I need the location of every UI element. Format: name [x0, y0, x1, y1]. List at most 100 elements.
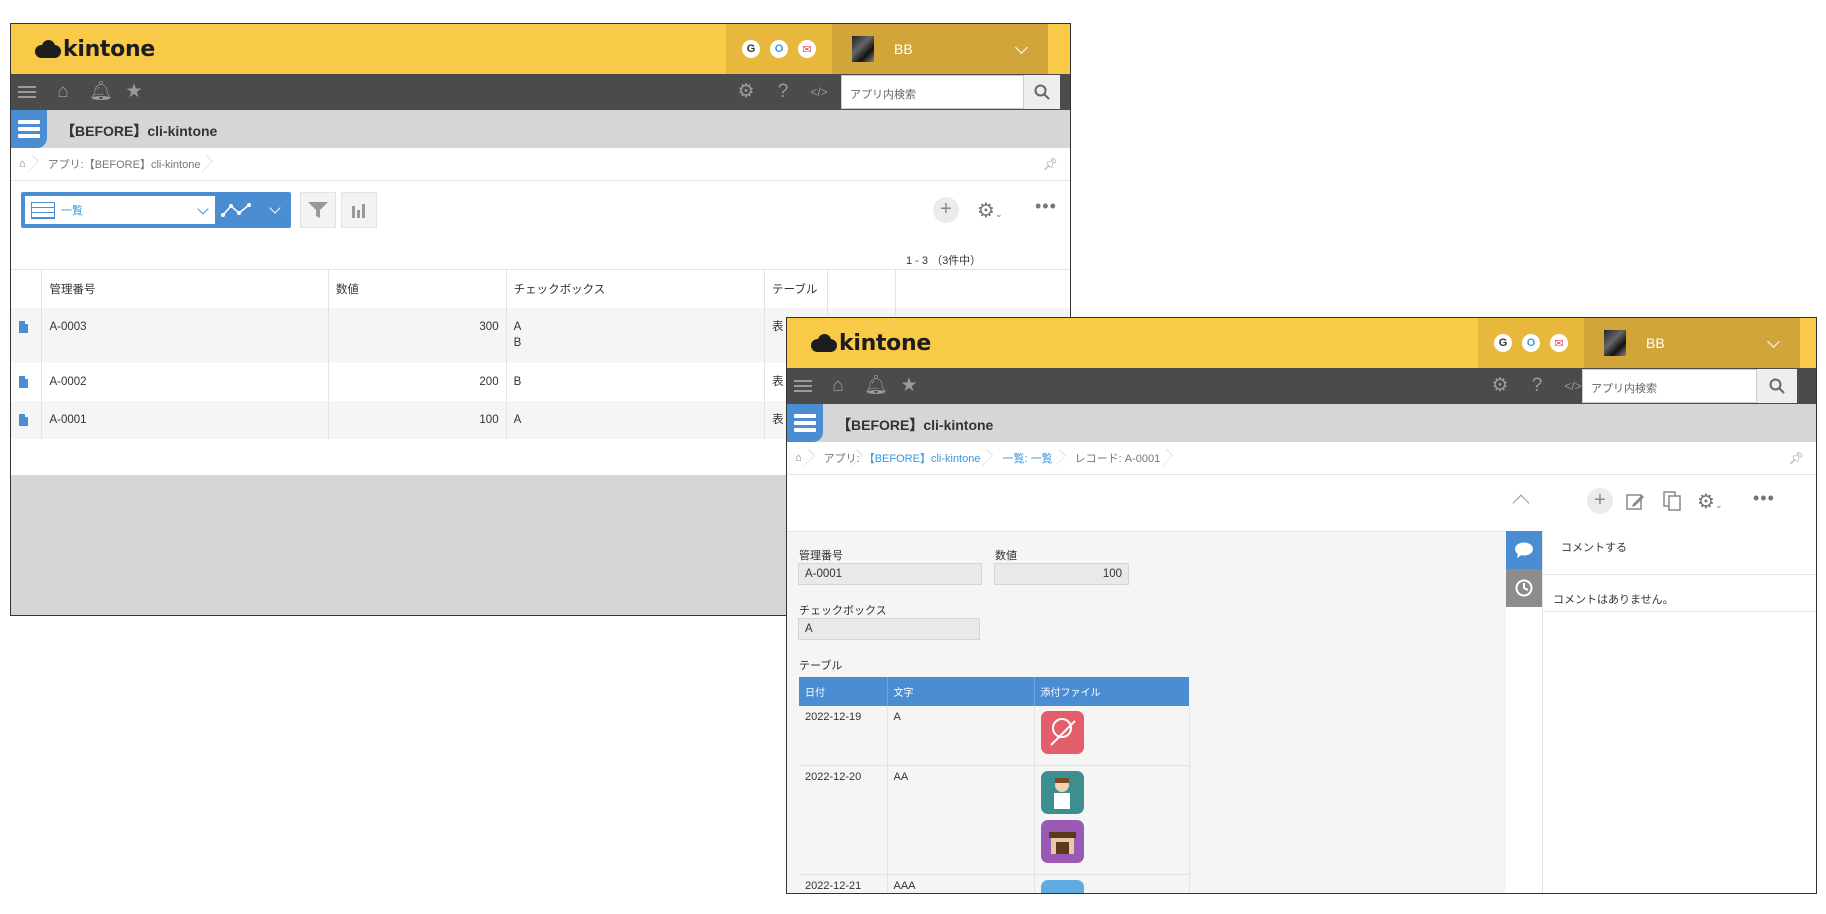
breadcrumb-app[interactable]: アプリ:【BEFORE】cli-kintone: [40, 148, 215, 181]
subtable: 日付 文字 添付ファイル 2022-12-19 A 2022-12-20 AA …: [799, 677, 1190, 893]
column-header[interactable]: テーブル: [764, 269, 828, 308]
person-image[interactable]: [1040, 771, 1084, 814]
breadcrumb-home[interactable]: ⌂: [787, 442, 816, 475]
user-name: BB: [1646, 335, 1665, 351]
column-header[interactable]: 管理番号: [41, 269, 329, 308]
user-name: BB: [894, 41, 913, 57]
app-title: 【BEFORE】cli-kintone: [837, 417, 994, 433]
office-icon[interactable]: O: [1522, 334, 1540, 352]
menu-icon[interactable]: [17, 83, 37, 103]
field-label: テーブル: [799, 660, 843, 672]
app-titlebar: 【BEFORE】cli-kintone: [11, 110, 1070, 148]
comment-panel: コメントする コメントはありません。: [1542, 531, 1816, 893]
field-label: 数値: [995, 550, 1017, 562]
subtable-row: 2022-12-21 AAA: [799, 874, 1190, 893]
gear-icon[interactable]: ⚙: [1490, 376, 1510, 396]
search-icon: [1769, 378, 1785, 394]
field-label: 管理番号: [799, 550, 843, 562]
add-record-button[interactable]: +: [1587, 488, 1613, 514]
breadcrumb-view[interactable]: 一覧: 一覧: [994, 442, 1066, 475]
divider: [1543, 611, 1816, 612]
comment-input[interactable]: コメントする: [1543, 531, 1816, 575]
bar-chart-icon: [352, 204, 365, 218]
search-button[interactable]: [1024, 75, 1060, 109]
field-label: チェックボックス: [799, 605, 887, 617]
service-links: G O ✉: [726, 24, 832, 74]
pin-icon[interactable]: 📌︎: [1789, 451, 1804, 465]
help-icon[interactable]: ?: [773, 82, 793, 102]
more-options-icon[interactable]: •••: [1035, 196, 1057, 217]
app-search-input[interactable]: アプリ内検索: [1582, 369, 1757, 403]
user-menu[interactable]: BB: [832, 24, 1048, 74]
filter-button[interactable]: [300, 192, 336, 228]
home-icon[interactable]: ⌂: [53, 82, 73, 102]
view-selector[interactable]: 一覧: [21, 192, 291, 228]
menu-icon[interactable]: [793, 377, 813, 397]
garoon-icon[interactable]: G: [1494, 334, 1512, 352]
global-navbar: ⌂ 🔔︎ ★ ⚙ ? </> アプリ内検索: [787, 368, 1816, 404]
record-detail-icon[interactable]: [19, 413, 28, 426]
app-icon[interactable]: [11, 110, 47, 148]
settings-gear-icon[interactable]: ⚙⌄: [977, 198, 1002, 223]
kintone-logo[interactable]: kintone: [35, 36, 155, 62]
mail-icon[interactable]: ✉: [798, 40, 816, 58]
edit-icon: [1626, 494, 1644, 510]
gear-icon[interactable]: ⚙: [736, 82, 756, 102]
mail-icon[interactable]: ✉: [1550, 334, 1568, 352]
header: kintone G O ✉ BB: [11, 24, 1070, 74]
history-tab[interactable]: [1506, 569, 1542, 607]
record-count: 1 - 3 （3件中）: [906, 255, 982, 267]
service-links: G O ✉: [1478, 318, 1584, 368]
help-icon[interactable]: ?: [1527, 376, 1547, 396]
settings-gear-icon[interactable]: ⚙⌄: [1697, 489, 1722, 514]
breadcrumb-home[interactable]: ⌂: [11, 148, 40, 181]
user-menu[interactable]: BB: [1584, 318, 1800, 368]
subtable-row: 2022-12-19 A: [799, 706, 1190, 766]
side-tabs: [1506, 531, 1542, 607]
bell-icon[interactable]: 🔔︎: [864, 376, 888, 396]
palette-image[interactable]: [1040, 880, 1084, 893]
code-icon[interactable]: </>: [809, 82, 829, 102]
speech-bubble-icon: [1515, 542, 1533, 558]
id-field-value: A-0001: [798, 563, 982, 585]
column-header[interactable]: チェックボックス: [506, 269, 766, 308]
record-detail-icon[interactable]: [19, 375, 28, 388]
number-field-value: 100: [994, 563, 1129, 585]
app-titlebar: 【BEFORE】cli-kintone: [787, 404, 1816, 442]
office-icon[interactable]: O: [770, 40, 788, 58]
pin-icon[interactable]: 📌︎: [1043, 157, 1058, 171]
code-icon[interactable]: </>: [1563, 376, 1583, 396]
shop-image[interactable]: [1040, 820, 1084, 863]
chart-button[interactable]: [341, 192, 377, 228]
view-name: 一覧: [61, 205, 83, 217]
star-icon[interactable]: ★: [124, 82, 144, 102]
global-navbar: ⌂ 🔔︎ ★ ⚙ ? </> アプリ内検索: [11, 74, 1070, 110]
avatar: [852, 36, 874, 62]
more-options-icon[interactable]: •••: [1753, 488, 1775, 509]
app-icon[interactable]: [787, 404, 823, 442]
star-icon[interactable]: ★: [899, 376, 919, 396]
column-header[interactable]: 数値: [328, 269, 507, 308]
diagram-image[interactable]: [1040, 711, 1084, 754]
home-icon[interactable]: ⌂: [828, 376, 848, 396]
breadcrumb-app[interactable]: 【BEFORE】cli-kintone: [864, 442, 995, 475]
breadcrumb-record: レコード: A-0001: [1067, 442, 1175, 475]
kintone-logo[interactable]: kintone: [811, 330, 931, 356]
header: kintone G O ✉ BB: [787, 318, 1816, 368]
chevron-down-icon: [1767, 334, 1780, 348]
app-search-input[interactable]: アプリ内検索: [841, 75, 1024, 109]
record-toolbar: + ⚙⌄ •••: [787, 475, 1816, 531]
filter-icon: [308, 202, 328, 218]
avatar: [1604, 330, 1626, 356]
add-record-button[interactable]: +: [933, 197, 959, 223]
chevron-up-icon[interactable]: [1512, 494, 1530, 512]
search-button[interactable]: [1757, 369, 1797, 403]
subtable-header: 日付 文字 添付ファイル: [799, 677, 1189, 706]
record-detail-icon[interactable]: [19, 320, 28, 333]
breadcrumb: ⌂ アプリ:【BEFORE】cli-kintone 📌︎: [11, 148, 1070, 181]
garoon-icon[interactable]: G: [742, 40, 760, 58]
bell-icon[interactable]: 🔔︎: [89, 82, 113, 102]
duplicate-icon: [1663, 491, 1681, 511]
comment-tab[interactable]: [1506, 531, 1542, 569]
no-comments-text: コメントはありません。: [1553, 594, 1674, 606]
